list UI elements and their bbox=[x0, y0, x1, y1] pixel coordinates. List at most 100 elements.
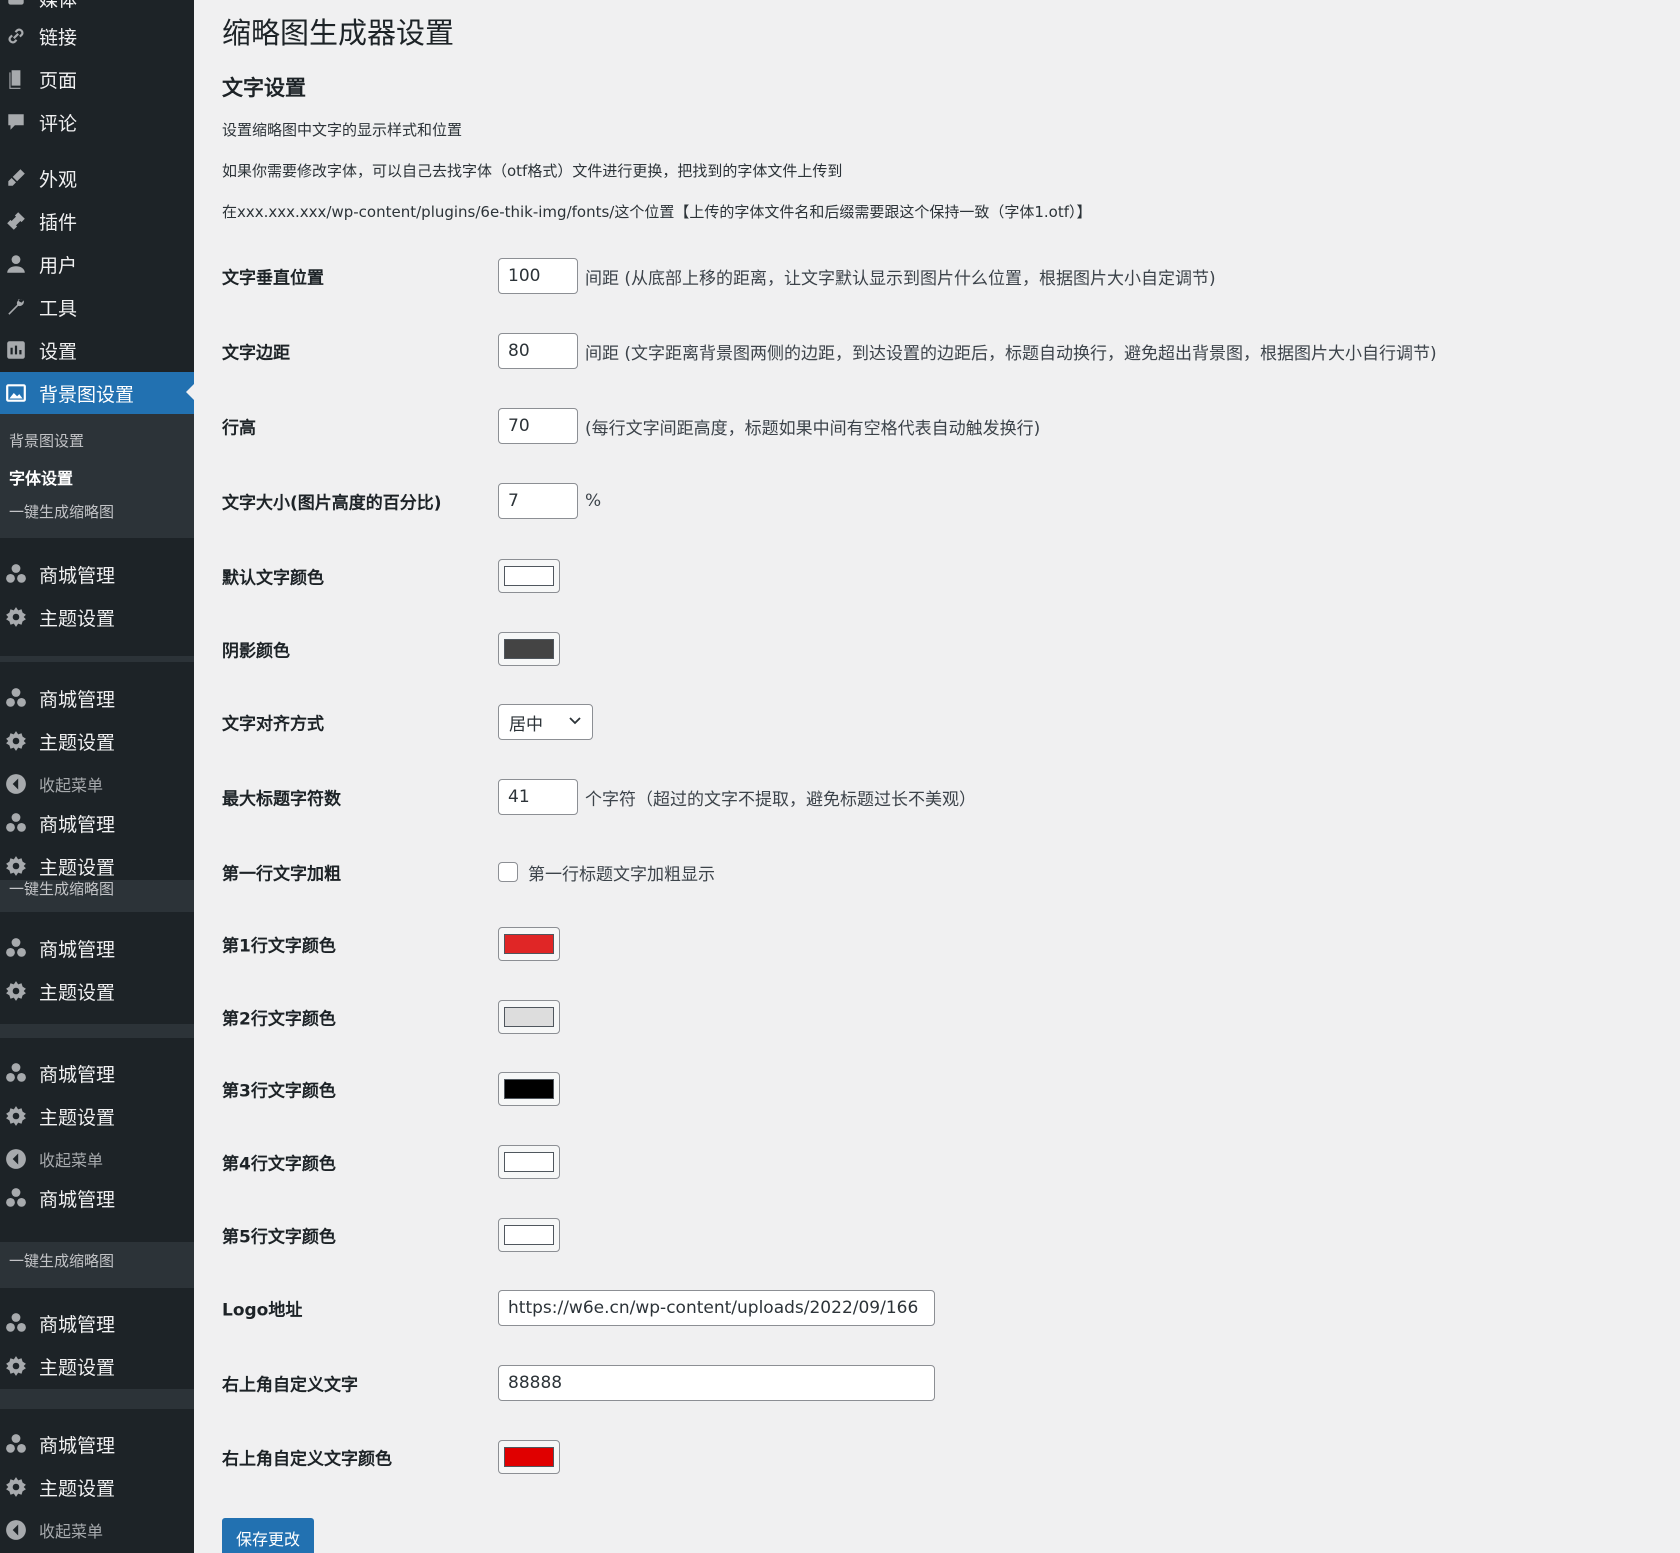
logo-url-input[interactable]: https://w6e.cn/wp-content/uploads/2022/0… bbox=[498, 1290, 935, 1326]
gear-icon bbox=[3, 853, 29, 879]
row-line1-color: 第1行文字颜色 bbox=[222, 924, 1662, 964]
field-label: 行高 bbox=[222, 418, 256, 439]
media-icon bbox=[3, 0, 29, 11]
line5-color-picker[interactable] bbox=[498, 1218, 560, 1252]
wrench-icon bbox=[3, 294, 29, 320]
font-instructions: 如果你需要修改字体，可以自己去找字体（otf格式）文件进行更换，把找到的字体文件… bbox=[222, 162, 843, 180]
field-label: 第2行文字颜色 bbox=[222, 1009, 336, 1030]
shop-icon bbox=[3, 1431, 29, 1457]
field-label: 文字边距 bbox=[222, 343, 290, 364]
gear-icon bbox=[3, 728, 29, 754]
sidebar-item-plugins[interactable]: 插件 bbox=[0, 201, 194, 241]
row-font-size: 文字大小(图片高度的百分比) 7 % bbox=[222, 481, 1662, 521]
row-default-text-color: 默认文字颜色 bbox=[222, 556, 1662, 596]
sidebar-item-theme[interactable]: 主题设置 bbox=[0, 846, 194, 886]
sidebar-item-theme[interactable]: 主题设置 bbox=[0, 1346, 194, 1386]
color-chip bbox=[504, 934, 554, 954]
plugin-icon bbox=[3, 208, 29, 234]
corner-color-picker[interactable] bbox=[498, 1440, 560, 1474]
main-content: 缩略图生成器设置 文字设置 设置缩略图中文字的显示样式和位置 如果你需要修改字体… bbox=[194, 0, 1680, 1553]
line4-color-picker[interactable] bbox=[498, 1145, 560, 1179]
bold-first-line-checkbox[interactable] bbox=[498, 862, 518, 882]
brush-icon bbox=[3, 165, 29, 191]
image-icon bbox=[3, 380, 29, 406]
sidebar-item-shop[interactable]: 商城管理 bbox=[0, 1303, 194, 1343]
sidebar-item-shop[interactable]: 商城管理 bbox=[0, 928, 194, 968]
chevron-down-icon bbox=[568, 712, 582, 732]
max-chars-input[interactable]: 41 bbox=[498, 779, 578, 815]
sidebar-item-theme[interactable]: 主题设置 bbox=[0, 1096, 194, 1136]
submenu-item-generate-thumbnail[interactable]: 一键生成缩略图 bbox=[9, 501, 114, 522]
line3-color-picker[interactable] bbox=[498, 1072, 560, 1106]
submenu-item-background-settings[interactable]: 背景图设置 bbox=[9, 430, 84, 451]
save-button[interactable]: 保存更改 bbox=[222, 1518, 314, 1553]
field-label: 右上角自定义文字 bbox=[222, 1375, 358, 1396]
sidebar-item-appearance[interactable]: 外观 bbox=[0, 158, 194, 198]
sidebar-item-tools[interactable]: 工具 bbox=[0, 287, 194, 327]
font-path-instructions: 在xxx.xxx.xxx/wp-content/plugins/6e-thik-… bbox=[222, 203, 1092, 221]
link-icon bbox=[3, 23, 29, 49]
row-text-align: 文字对齐方式 居中 bbox=[222, 702, 1662, 742]
sidebar-item-shop[interactable]: 商城管理 bbox=[0, 803, 194, 843]
sidebar-collapse-menu[interactable]: 收起菜单 bbox=[0, 764, 194, 804]
sidebar-item-theme[interactable]: 主题设置 bbox=[0, 971, 194, 1011]
field-label: 第1行文字颜色 bbox=[222, 936, 336, 957]
text-margin-input[interactable]: 80 bbox=[498, 333, 578, 369]
default-color-picker[interactable] bbox=[498, 559, 560, 593]
field-hint: 个字符（超过的文字不提取，避免标题过长不美观） bbox=[585, 789, 976, 810]
sidebar-item-settings[interactable]: 设置 bbox=[0, 330, 194, 370]
sidebar-item-shop[interactable]: 商城管理 bbox=[0, 1424, 194, 1464]
sidebar-item-theme[interactable]: 主题设置 bbox=[0, 721, 194, 761]
sidebar-item-pages[interactable]: 页面 bbox=[0, 59, 194, 99]
shop-icon bbox=[3, 810, 29, 836]
sidebar-item-links[interactable]: 链接 bbox=[0, 16, 194, 56]
sidebar-item-theme[interactable]: 主题设置 bbox=[0, 1467, 194, 1507]
field-hint: 间距 (从底部上移的距离，让文字默认显示到图片什么位置，根据图片大小自定调节) bbox=[585, 268, 1216, 289]
sidebar-item-shop[interactable]: 商城管理 bbox=[0, 1053, 194, 1093]
shadow-color-picker[interactable] bbox=[498, 632, 560, 666]
line-height-input[interactable]: 70 bbox=[498, 408, 578, 444]
color-chip bbox=[504, 1007, 554, 1027]
sidebar-collapse-menu[interactable]: 收起菜单 bbox=[0, 1139, 194, 1179]
corner-text-input[interactable]: 88888 bbox=[498, 1365, 935, 1401]
sidebar-item-theme[interactable]: 主题设置 bbox=[0, 597, 194, 637]
sidebar-item-shop[interactable]: 商城管理 bbox=[0, 1178, 194, 1218]
admin-sidebar: 媒体 链接 页面 评论 外观 插件 用户 工具 设置 背景图设置 背景图设置 字… bbox=[0, 0, 194, 1553]
row-line2-color: 第2行文字颜色 bbox=[222, 997, 1662, 1037]
sidebar-item-background-settings[interactable]: 背景图设置 bbox=[0, 372, 194, 414]
row-shadow-color: 阴影颜色 bbox=[222, 629, 1662, 669]
vertical-position-input[interactable]: 100 bbox=[498, 258, 578, 294]
field-label: Logo地址 bbox=[222, 1300, 303, 1321]
field-label: 最大标题字符数 bbox=[222, 789, 341, 810]
row-max-title-chars: 最大标题字符数 41 个字符（超过的文字不提取，避免标题过长不美观） bbox=[222, 777, 1662, 817]
checkbox-label[interactable]: 第一行标题文字加粗显示 bbox=[528, 860, 715, 885]
sidebar-item-comments[interactable]: 评论 bbox=[0, 102, 194, 142]
field-label: 右上角自定义文字颜色 bbox=[222, 1449, 392, 1470]
submenu-item-font-settings[interactable]: 字体设置 bbox=[9, 465, 73, 489]
field-hint: 间距 (文字距离背景图两侧的边距，到达设置的边距后，标题自动换行，避免超出背景图… bbox=[585, 343, 1437, 364]
row-text-vertical-position: 文字垂直位置 100 间距 (从底部上移的距离，让文字默认显示到图片什么位置，根… bbox=[222, 256, 1662, 296]
color-chip bbox=[504, 1225, 554, 1245]
page-icon bbox=[3, 66, 29, 92]
color-chip bbox=[504, 639, 554, 659]
shop-icon bbox=[3, 561, 29, 587]
color-chip bbox=[504, 1079, 554, 1099]
sidebar-item-users[interactable]: 用户 bbox=[0, 244, 194, 284]
submenu-item-generate-thumbnail[interactable]: 一键生成缩略图 bbox=[9, 1250, 114, 1271]
shop-icon bbox=[3, 1185, 29, 1211]
sidebar-item-shop[interactable]: 商城管理 bbox=[0, 554, 194, 594]
sidebar-collapse-menu[interactable]: 收起菜单 bbox=[0, 1510, 194, 1550]
line1-color-picker[interactable] bbox=[498, 927, 560, 961]
menu-separator bbox=[0, 656, 194, 662]
sidebar-item-shop[interactable]: 商城管理 bbox=[0, 678, 194, 718]
field-hint: (每行文字间距高度，标题如果中间有空格代表自动触发换行) bbox=[585, 418, 1041, 439]
field-label: 文字垂直位置 bbox=[222, 268, 324, 289]
line2-color-picker[interactable] bbox=[498, 1000, 560, 1034]
field-label: 第5行文字颜色 bbox=[222, 1227, 336, 1248]
submenu: 背景图设置 字体设置 一键生成缩略图 bbox=[0, 414, 194, 538]
field-label: 第一行文字加粗 bbox=[222, 864, 341, 885]
shop-icon bbox=[3, 1310, 29, 1336]
text-align-select[interactable]: 居中 bbox=[498, 704, 593, 740]
row-line5-color: 第5行文字颜色 bbox=[222, 1215, 1662, 1255]
font-size-input[interactable]: 7 bbox=[498, 483, 578, 519]
